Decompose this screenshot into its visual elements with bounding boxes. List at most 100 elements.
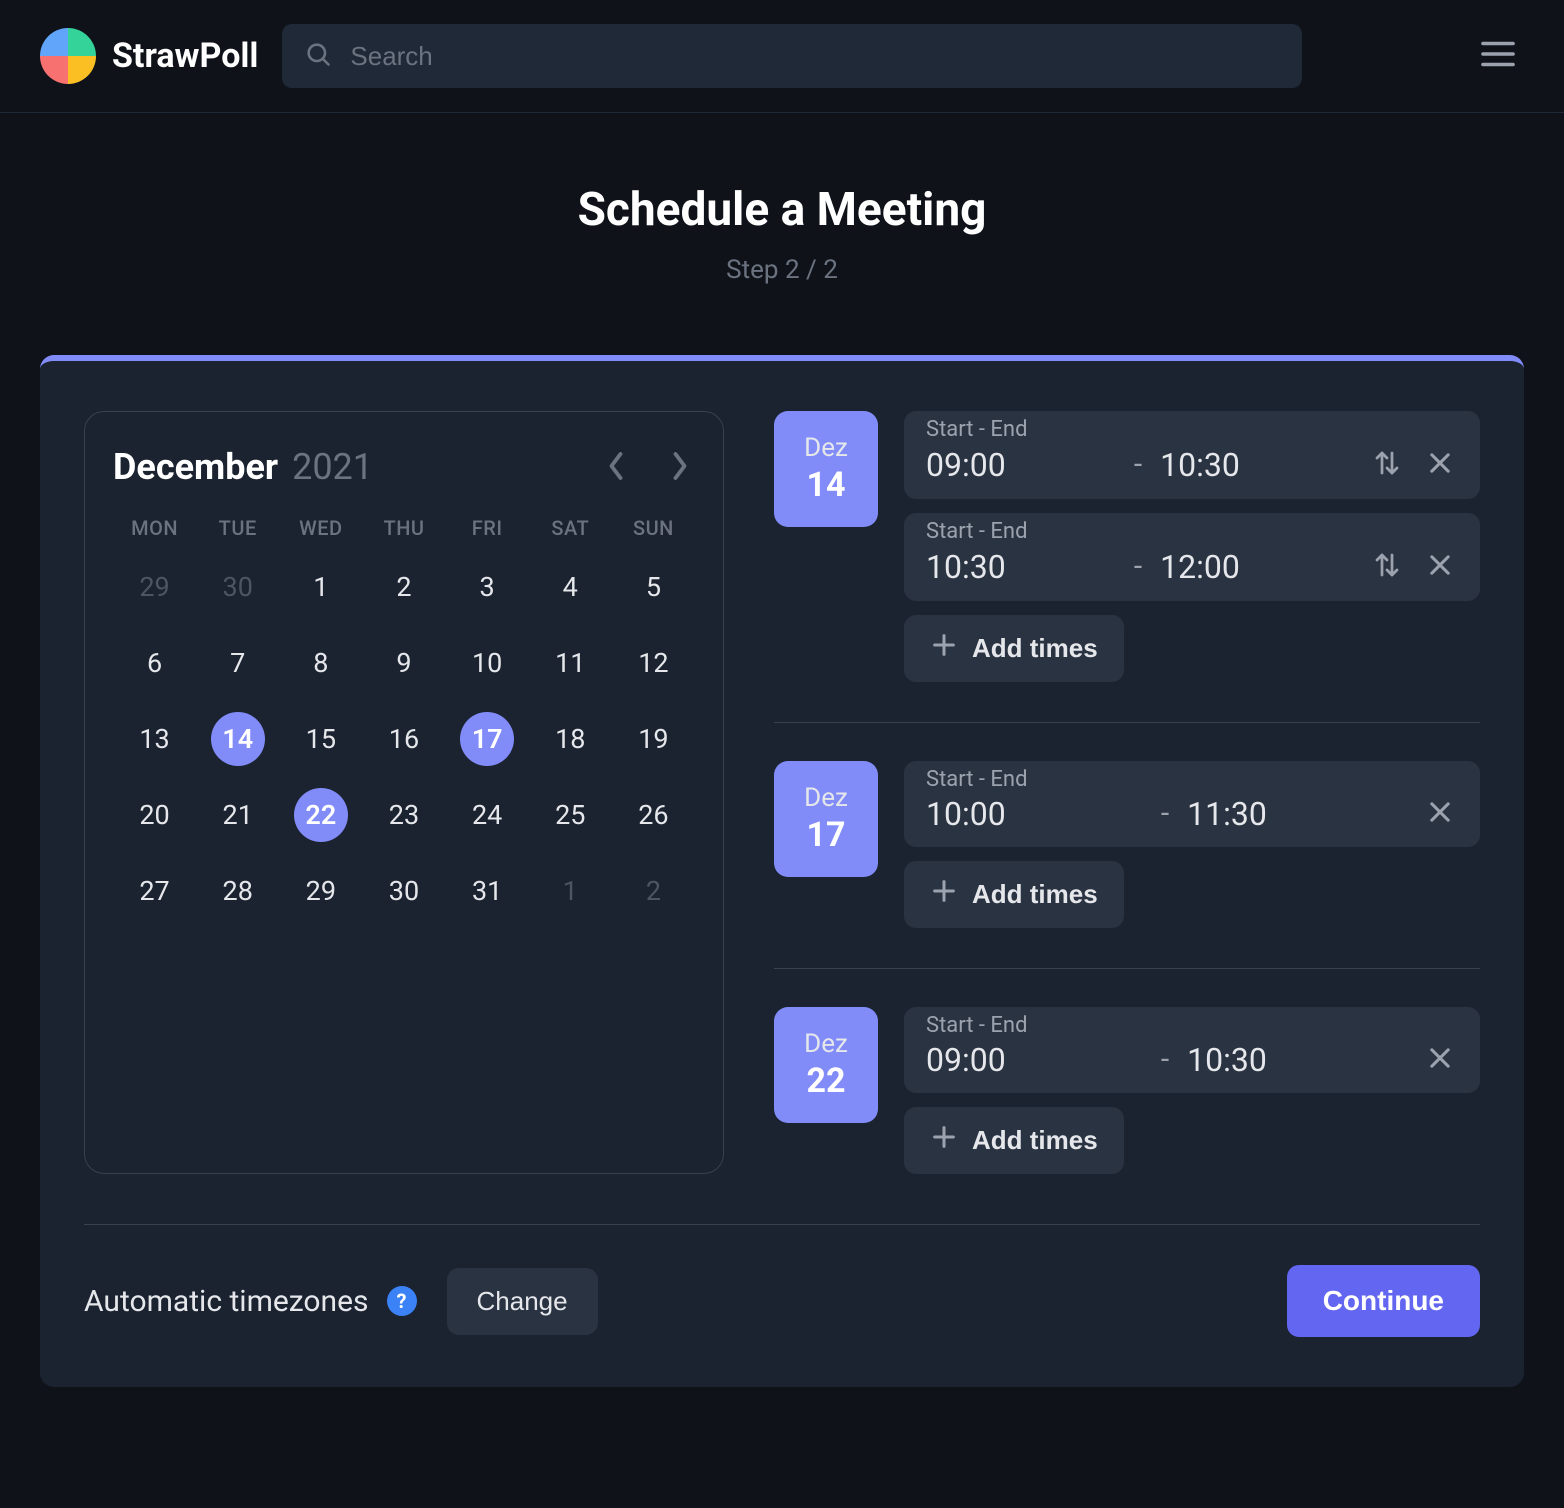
calendar-day[interactable]: 7 bbox=[211, 636, 265, 690]
timezone-label: Automatic timezones bbox=[84, 1284, 369, 1319]
time-slots-panel: Dez14Start - End09:00-10:30Start - End10… bbox=[774, 411, 1480, 1174]
calendar-day[interactable]: 26 bbox=[626, 788, 680, 842]
calendar-day[interactable]: 31 bbox=[460, 864, 514, 918]
calendar-day[interactable]: 17 bbox=[460, 712, 514, 766]
change-timezone-button[interactable]: Change bbox=[447, 1268, 598, 1335]
slot-separator: - bbox=[1161, 796, 1169, 831]
calendar-day[interactable]: 9 bbox=[377, 636, 431, 690]
calendar-day[interactable]: 30 bbox=[211, 560, 265, 614]
calendar-day[interactable]: 24 bbox=[460, 788, 514, 842]
calendar-day[interactable]: 30 bbox=[377, 864, 431, 918]
date-block: Dez17 Start - End10:00-11:30 Add times bbox=[774, 722, 1480, 928]
search-bar[interactable] bbox=[282, 24, 1302, 88]
date-chip-month: Dez bbox=[804, 433, 848, 463]
calendar-day[interactable]: 8 bbox=[294, 636, 348, 690]
calendar-prev-button[interactable] bbox=[601, 447, 631, 488]
calendar-day[interactable]: 12 bbox=[626, 636, 680, 690]
slot-end[interactable]: 10:30 bbox=[1187, 1041, 1404, 1079]
date-chip-month: Dez bbox=[804, 1029, 848, 1059]
calendar-year: 2021 bbox=[292, 446, 373, 488]
add-times-button[interactable]: Add times bbox=[904, 615, 1124, 682]
search-input[interactable] bbox=[350, 41, 1280, 72]
calendar-day[interactable]: 1 bbox=[294, 560, 348, 614]
remove-slot-button[interactable] bbox=[1422, 1040, 1458, 1079]
calendar-day[interactable]: 18 bbox=[543, 712, 597, 766]
calendar-dow: SUN bbox=[612, 516, 695, 540]
calendar-day[interactable]: 20 bbox=[128, 788, 182, 842]
menu-button[interactable] bbox=[1472, 31, 1524, 81]
calendar-day[interactable]: 1 bbox=[543, 864, 597, 918]
slot-start[interactable]: 09:00 bbox=[926, 446, 1116, 484]
sort-icon[interactable] bbox=[1368, 444, 1406, 485]
calendar-day[interactable]: 4 bbox=[543, 560, 597, 614]
calendar-day[interactable]: 5 bbox=[626, 560, 680, 614]
slot-start[interactable]: 10:30 bbox=[926, 548, 1116, 586]
slot-end[interactable]: 10:30 bbox=[1160, 446, 1350, 484]
add-times-button[interactable]: Add times bbox=[904, 861, 1124, 928]
slot-label: Start - End bbox=[926, 1013, 1458, 1038]
calendar-day[interactable]: 11 bbox=[543, 636, 597, 690]
help-icon[interactable]: ? bbox=[387, 1286, 417, 1316]
calendar-day[interactable]: 10 bbox=[460, 636, 514, 690]
date-chip-month: Dez bbox=[804, 783, 848, 813]
slot-start[interactable]: 09:00 bbox=[926, 1041, 1143, 1079]
calendar-day[interactable]: 29 bbox=[128, 560, 182, 614]
remove-slot-button[interactable] bbox=[1422, 794, 1458, 833]
calendar-day[interactable]: 25 bbox=[543, 788, 597, 842]
calendar-day[interactable]: 21 bbox=[211, 788, 265, 842]
calendar-day[interactable]: 13 bbox=[128, 712, 182, 766]
slot-start[interactable]: 10:00 bbox=[926, 795, 1143, 833]
calendar-day[interactable]: 23 bbox=[377, 788, 431, 842]
add-times-label: Add times bbox=[972, 879, 1098, 910]
page-title: Schedule a Meeting bbox=[0, 183, 1564, 237]
slot-separator: - bbox=[1161, 1042, 1169, 1077]
calendar-day[interactable]: 16 bbox=[377, 712, 431, 766]
date-chip: Dez22 bbox=[774, 1007, 878, 1123]
time-slot[interactable]: Start - End09:00-10:30 bbox=[904, 411, 1480, 499]
slot-list: Start - End10:00-11:30 Add times bbox=[904, 761, 1480, 928]
page-step: Step 2 / 2 bbox=[0, 255, 1564, 285]
date-chip-day: 22 bbox=[806, 1061, 845, 1101]
scheduler-card: December 2021 MONTUEWEDTHUFRISATSUN29301… bbox=[40, 355, 1524, 1387]
slot-end[interactable]: 12:00 bbox=[1160, 548, 1350, 586]
calendar-dow: SAT bbox=[529, 516, 612, 540]
date-chip: Dez14 bbox=[774, 411, 878, 527]
add-times-button[interactable]: Add times bbox=[904, 1107, 1124, 1174]
date-chip: Dez17 bbox=[774, 761, 878, 877]
calendar-month: December bbox=[113, 446, 278, 488]
calendar-day[interactable]: 19 bbox=[626, 712, 680, 766]
calendar-day[interactable]: 6 bbox=[128, 636, 182, 690]
add-times-label: Add times bbox=[972, 1125, 1098, 1156]
slot-label: Start - End bbox=[926, 519, 1458, 544]
date-block: Dez22 Start - End 09:00-10:30 Add times bbox=[774, 968, 1480, 1174]
slot-list: Start - End 09:00-10:30 Add times bbox=[904, 1007, 1480, 1174]
time-slot[interactable]: Start - End 09:00-10:30 bbox=[904, 1007, 1480, 1093]
card-footer: Automatic timezones ? Change Continue bbox=[84, 1224, 1480, 1337]
time-slot[interactable]: Start - End10:30-12:00 bbox=[904, 513, 1480, 601]
remove-slot-button[interactable] bbox=[1422, 444, 1458, 485]
calendar-day[interactable]: 29 bbox=[294, 864, 348, 918]
calendar-day[interactable]: 3 bbox=[460, 560, 514, 614]
brand[interactable]: StrawPoll bbox=[40, 28, 258, 84]
header: StrawPoll bbox=[0, 0, 1564, 113]
date-block: Dez14Start - End09:00-10:30Start - End10… bbox=[774, 411, 1480, 682]
calendar-day[interactable]: 22 bbox=[294, 788, 348, 842]
slot-label: Start - End bbox=[926, 417, 1458, 442]
calendar-day[interactable]: 28 bbox=[211, 864, 265, 918]
brand-name: StrawPoll bbox=[112, 36, 258, 76]
plus-icon bbox=[930, 631, 958, 666]
calendar-day[interactable]: 2 bbox=[626, 864, 680, 918]
calendar-day[interactable]: 2 bbox=[377, 560, 431, 614]
time-slot[interactable]: Start - End10:00-11:30 bbox=[904, 761, 1480, 847]
calendar-day[interactable]: 27 bbox=[128, 864, 182, 918]
calendar-day[interactable]: 14 bbox=[211, 712, 265, 766]
continue-button[interactable]: Continue bbox=[1287, 1265, 1480, 1337]
sort-icon[interactable] bbox=[1368, 546, 1406, 587]
slot-list: Start - End09:00-10:30Start - End10:30-1… bbox=[904, 411, 1480, 682]
slot-end[interactable]: 11:30 bbox=[1187, 795, 1404, 833]
logo-icon bbox=[40, 28, 96, 84]
remove-slot-button[interactable] bbox=[1422, 546, 1458, 587]
calendar-next-button[interactable] bbox=[665, 447, 695, 488]
calendar-day[interactable]: 15 bbox=[294, 712, 348, 766]
date-chip-day: 14 bbox=[806, 465, 845, 505]
